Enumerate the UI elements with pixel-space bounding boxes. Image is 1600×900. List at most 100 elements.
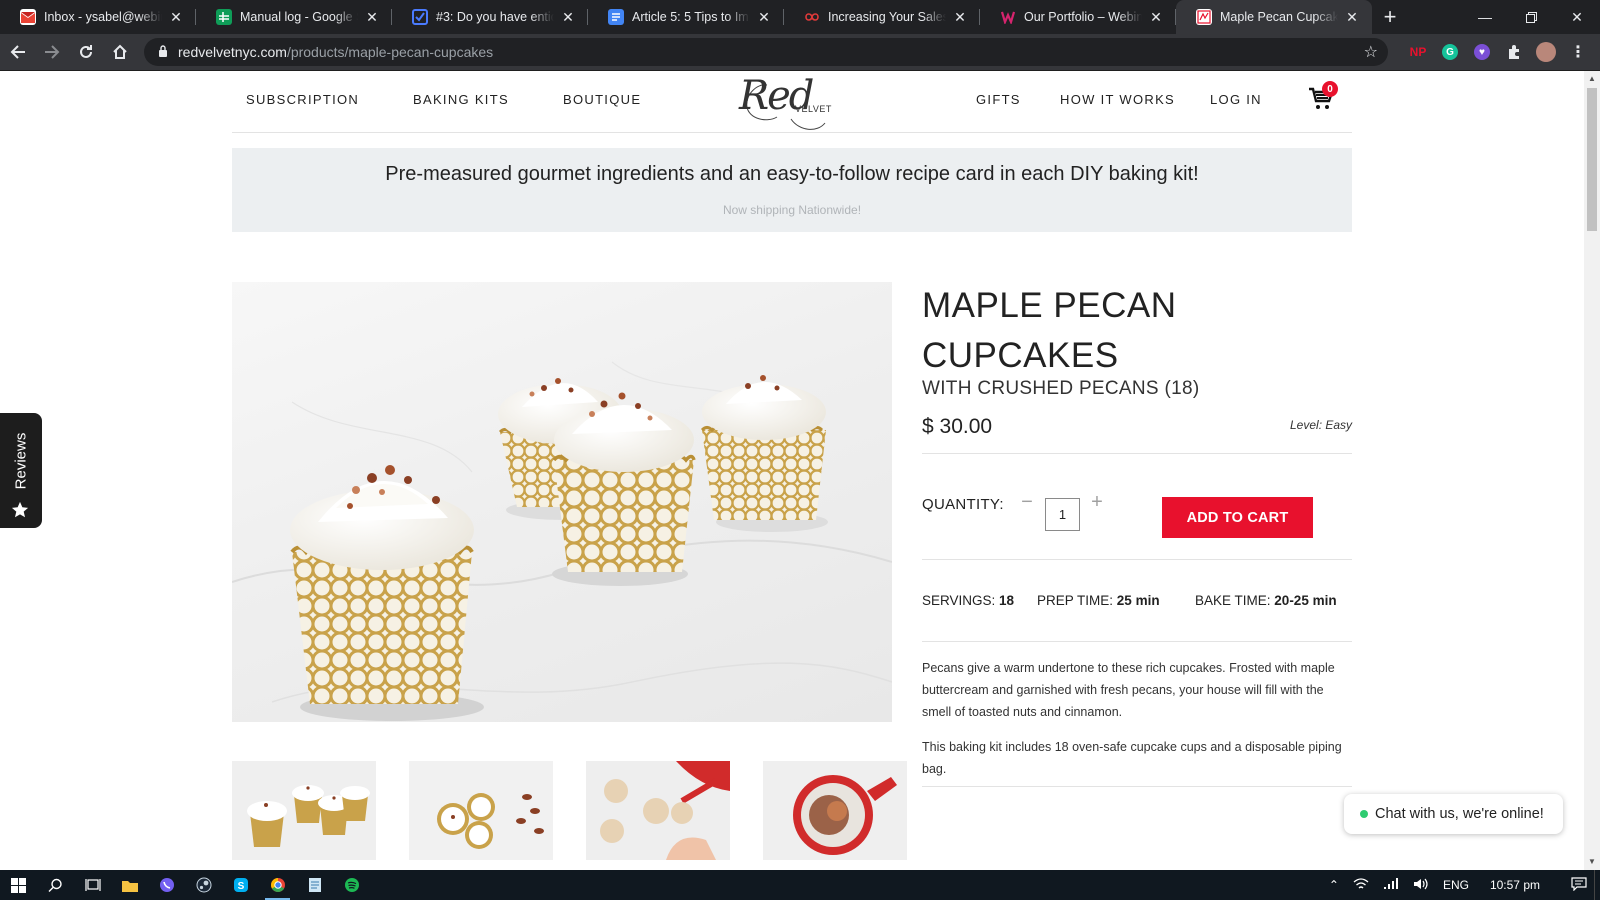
- nav-log-in[interactable]: LOG IN: [1210, 92, 1262, 107]
- home-icon[interactable]: [104, 36, 136, 68]
- window-controls: — ✕: [1462, 0, 1600, 34]
- live-chat-widget[interactable]: Chat with us, we're online!: [1344, 794, 1563, 834]
- quantity-decrease-button[interactable]: −: [1018, 492, 1036, 514]
- close-icon[interactable]: ✕: [1148, 9, 1164, 26]
- webinop-icon: [1000, 9, 1016, 25]
- browser-tab[interactable]: Article 5: 5 Tips to Impro ✕: [588, 0, 784, 34]
- close-icon[interactable]: ✕: [1344, 9, 1360, 26]
- back-icon[interactable]: [2, 36, 34, 68]
- browser-tab-active[interactable]: Maple Pecan Cupcakes - ✕: [1176, 0, 1372, 34]
- nav-boutique[interactable]: BOUTIQUE: [563, 92, 641, 107]
- browser-tab[interactable]: Our Portfolio – Webinop ✕: [980, 0, 1176, 34]
- kit-contents-note: This baking kit includes 18 oven-safe cu…: [922, 740, 1342, 776]
- close-icon[interactable]: ✕: [952, 9, 968, 26]
- clock[interactable]: 10:57 pm: [1476, 878, 1564, 892]
- system-tray: ⌃ ENG 10:57 pm: [1322, 870, 1600, 900]
- close-icon[interactable]: ✕: [364, 9, 380, 26]
- nav-subscription[interactable]: SUBSCRIPTION: [246, 92, 359, 107]
- star-icon: [11, 501, 29, 518]
- product-price: $ 30.00: [922, 415, 993, 438]
- chat-label: Chat with us, we're online!: [1375, 806, 1544, 822]
- docs-icon: [608, 9, 624, 25]
- windows-taskbar: S ⌃ ENG 10:57 pm: [0, 870, 1600, 900]
- product-title: MAPLE PECAN CUPCAKES: [922, 286, 1177, 375]
- chrome-icon[interactable]: [259, 870, 296, 900]
- restore-icon[interactable]: [1508, 0, 1554, 34]
- quantity-increase-button[interactable]: +: [1088, 492, 1106, 514]
- notifications-icon[interactable]: [1564, 876, 1594, 894]
- volume-icon[interactable]: [1406, 877, 1436, 894]
- notepad-icon[interactable]: [296, 870, 333, 900]
- nav-baking-kits[interactable]: BAKING KITS: [413, 92, 509, 107]
- promo-headline: Pre-measured gourmet ingredients and an …: [385, 163, 1199, 185]
- difficulty-level: Level: Easy: [1290, 418, 1352, 432]
- bookmark-star-icon[interactable]: ☆: [1364, 42, 1378, 62]
- bake-time-info: BAKE TIME: 20-25 min: [1195, 593, 1337, 608]
- browser-tab[interactable]: Increasing Your Sales by ✕: [784, 0, 980, 34]
- nav-gifts[interactable]: GIFTS: [976, 92, 1021, 107]
- language-indicator[interactable]: ENG: [1436, 878, 1476, 892]
- reviews-side-tab[interactable]: Reviews: [0, 413, 42, 528]
- scroll-up-icon[interactable]: ▲: [1584, 71, 1600, 87]
- wifi-icon[interactable]: [1376, 877, 1406, 894]
- nav-how-it-works[interactable]: HOW IT WORKS: [1060, 92, 1175, 107]
- skype-icon[interactable]: S: [222, 870, 259, 900]
- shield-extension-icon[interactable]: ♥: [1466, 36, 1498, 68]
- page-scrollbar[interactable]: ▲ ▼: [1584, 71, 1600, 870]
- reviews-label: Reviews: [12, 432, 30, 490]
- level-value: Easy: [1325, 418, 1353, 432]
- tab-title: Manual log - Google She: [240, 10, 358, 24]
- file-explorer-icon[interactable]: [111, 870, 148, 900]
- product-main-image[interactable]: [232, 282, 892, 722]
- tab-title: Inbox - ysabel@webinop: [44, 10, 162, 24]
- task-view-icon[interactable]: [74, 870, 111, 900]
- browser-tab[interactable]: #3: Do you have enticing ✕: [392, 0, 588, 34]
- scroll-down-icon[interactable]: ▼: [1584, 854, 1600, 870]
- product-thumbnail[interactable]: [586, 761, 730, 860]
- reload-icon[interactable]: [70, 36, 102, 68]
- tab-title: #3: Do you have enticing: [436, 10, 554, 24]
- red-velvet-logo[interactable]: Red VELVET: [737, 73, 847, 131]
- close-icon[interactable]: ✕: [560, 9, 576, 26]
- profile-avatar[interactable]: [1530, 36, 1562, 68]
- spotify-icon[interactable]: [333, 870, 370, 900]
- viber-icon[interactable]: [148, 870, 185, 900]
- steam-icon[interactable]: [185, 870, 222, 900]
- network-icon[interactable]: [1346, 877, 1376, 894]
- window-close-icon[interactable]: ✕: [1554, 0, 1600, 34]
- redvelvet-icon: [1196, 9, 1212, 25]
- site-header: SUBSCRIPTION BAKING KITS BOUTIQUE Red VE…: [232, 71, 1352, 133]
- loop-icon: [804, 9, 820, 25]
- close-icon[interactable]: ✕: [756, 9, 772, 26]
- servings-value: 18: [999, 593, 1015, 608]
- product-description: Pecans give a warm undertone to these ri…: [922, 661, 1335, 719]
- scrollbar-thumb[interactable]: [1587, 88, 1597, 231]
- tray-chevron-up-icon[interactable]: ⌃: [1322, 878, 1346, 892]
- divider: [922, 453, 1352, 454]
- grammarly-icon[interactable]: G: [1434, 36, 1466, 68]
- browser-tab[interactable]: Manual log - Google She ✕: [196, 0, 392, 34]
- search-icon[interactable]: [37, 870, 74, 900]
- forward-icon[interactable]: [36, 36, 68, 68]
- product-thumbnail[interactable]: [232, 761, 376, 860]
- new-tab-button[interactable]: +: [1372, 0, 1408, 34]
- minimize-icon[interactable]: —: [1462, 0, 1508, 34]
- address-bar[interactable]: redvelvetnyc.com/products/maple-pecan-cu…: [144, 38, 1388, 66]
- np-extension-icon[interactable]: NP: [1402, 36, 1434, 68]
- prep-label: PREP TIME:: [1037, 593, 1114, 608]
- product-thumbnail[interactable]: [763, 761, 907, 860]
- windows-start-icon[interactable]: [0, 870, 37, 900]
- url-host: redvelvetnyc.com: [178, 44, 287, 60]
- extensions-puzzle-icon[interactable]: [1498, 36, 1530, 68]
- tab-title: Our Portfolio – Webinop: [1024, 10, 1142, 24]
- product-thumbnail[interactable]: [409, 761, 553, 860]
- cart-count-badge: 0: [1322, 81, 1338, 97]
- show-desktop-strip[interactable]: [1594, 870, 1600, 900]
- kebab-menu-icon[interactable]: ⋮: [1562, 36, 1594, 68]
- tab-title: Maple Pecan Cupcakes -: [1220, 10, 1338, 24]
- browser-tab[interactable]: Inbox - ysabel@webinop ✕: [0, 0, 196, 34]
- quantity-input[interactable]: [1045, 498, 1080, 531]
- close-icon[interactable]: ✕: [168, 9, 184, 26]
- add-to-cart-button[interactable]: ADD TO CART: [1162, 497, 1313, 538]
- divider: [922, 559, 1352, 560]
